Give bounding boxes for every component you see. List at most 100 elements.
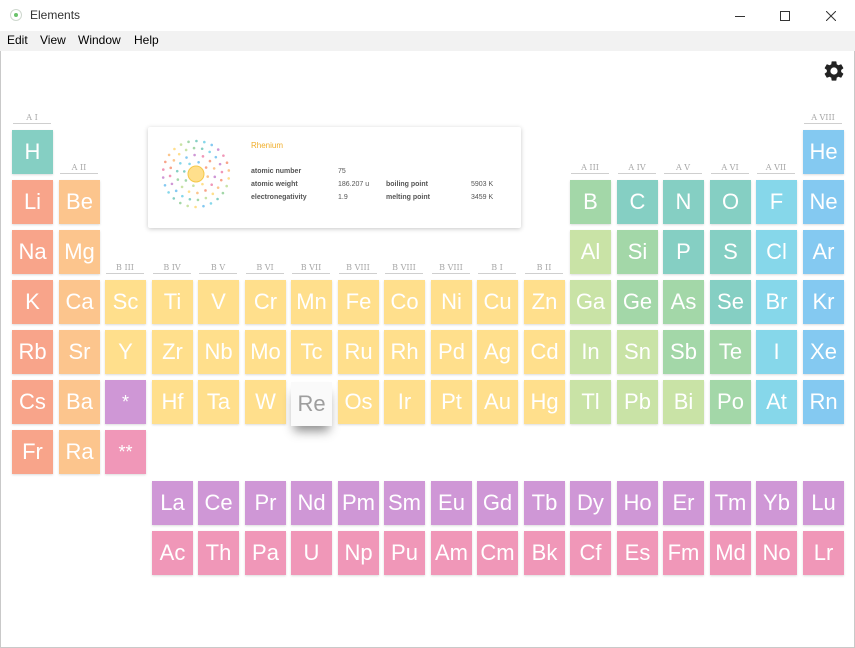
element-tile-ar[interactable]: Ar — [803, 230, 844, 274]
element-tile-pb[interactable]: Pb — [617, 380, 658, 424]
element-tile-sc[interactable]: Sc — [105, 280, 146, 324]
element-tile-sn[interactable]: Sn — [617, 330, 658, 374]
element-tile-np[interactable]: Np — [338, 531, 379, 575]
element-tile-te[interactable]: Te — [710, 330, 751, 374]
settings-button[interactable] — [822, 59, 846, 83]
element-tile-tc[interactable]: Tc — [291, 330, 332, 374]
element-tile-cd[interactable]: Cd — [524, 330, 565, 374]
element-tile-au[interactable]: Au — [477, 380, 518, 424]
element-tile-md[interactable]: Md — [710, 531, 751, 575]
element-tile-hg[interactable]: Hg — [524, 380, 565, 424]
element-tile-eu[interactable]: Eu — [431, 481, 472, 525]
element-tile-ga[interactable]: Ga — [570, 280, 611, 324]
element-tile-tb[interactable]: Tb — [524, 481, 565, 525]
element-tile-rn[interactable]: Rn — [803, 380, 844, 424]
element-tile-nb[interactable]: Nb — [198, 330, 239, 374]
element-tile-fr[interactable]: Fr — [12, 430, 53, 474]
element-tile-pa[interactable]: Pa — [245, 531, 286, 575]
element-tile-rh[interactable]: Rh — [384, 330, 425, 374]
element-tile-li[interactable]: Li — [12, 180, 53, 224]
element-tile-n[interactable]: N — [663, 180, 704, 224]
element-tile-nd[interactable]: Nd — [291, 481, 332, 525]
element-tile-zn[interactable]: Zn — [524, 280, 565, 324]
element-tile-cr[interactable]: Cr — [245, 280, 286, 324]
element-tile-kr[interactable]: Kr — [803, 280, 844, 324]
element-tile-v[interactable]: V — [198, 280, 239, 324]
element-tile-ni[interactable]: Ni — [431, 280, 472, 324]
element-tile-mn[interactable]: Mn — [291, 280, 332, 324]
element-tile-pd[interactable]: Pd — [431, 330, 472, 374]
element-tile-sm[interactable]: Sm — [384, 481, 425, 525]
element-tile-pt[interactable]: Pt — [431, 380, 472, 424]
element-tile-no[interactable]: No — [756, 531, 797, 575]
element-tile-tl[interactable]: Tl — [570, 380, 611, 424]
element-tile-pu[interactable]: Pu — [384, 531, 425, 575]
element-tile-ca[interactable]: Ca — [59, 280, 100, 324]
element-tile-p[interactable]: P — [663, 230, 704, 274]
element-tile-tm[interactable]: Tm — [710, 481, 751, 525]
element-tile-hf[interactable]: Hf — [152, 380, 193, 424]
element-tile-pm[interactable]: Pm — [338, 481, 379, 525]
element-tile-la[interactable]: La — [152, 481, 193, 525]
element-tile-i[interactable]: I — [756, 330, 797, 374]
element-tile-f[interactable]: F — [756, 180, 797, 224]
element-tile-lu[interactable]: Lu — [803, 481, 844, 525]
element-tile-re[interactable]: Re — [291, 382, 332, 426]
element-tile-ge[interactable]: Ge — [617, 280, 658, 324]
element-tile-ag[interactable]: Ag — [477, 330, 518, 374]
element-tile-bi[interactable]: Bi — [663, 380, 704, 424]
element-tile-b[interactable]: B — [570, 180, 611, 224]
element-tile-as[interactable]: As — [663, 280, 704, 324]
element-tile-am[interactable]: Am — [431, 531, 472, 575]
element-tile-al[interactable]: Al — [570, 230, 611, 274]
element-tile-ti[interactable]: Ti — [152, 280, 193, 324]
element-tile-at[interactable]: At — [756, 380, 797, 424]
element-tile-in[interactable]: In — [570, 330, 611, 374]
maximize-button[interactable] — [762, 0, 808, 31]
element-tile-ru[interactable]: Ru — [338, 330, 379, 374]
element-tile-cf[interactable]: Cf — [570, 531, 611, 575]
menu-window[interactable]: Window — [78, 33, 121, 47]
element-tile-th[interactable]: Th — [198, 531, 239, 575]
element-tile-u[interactable]: U — [291, 531, 332, 575]
close-button[interactable] — [808, 0, 854, 31]
element-tile-w[interactable]: W — [245, 380, 286, 424]
element-tile-si[interactable]: Si — [617, 230, 658, 274]
actinide-series-tile[interactable]: ** — [105, 430, 146, 474]
element-tile-cm[interactable]: Cm — [477, 531, 518, 575]
element-tile-co[interactable]: Co — [384, 280, 425, 324]
element-tile-k[interactable]: K — [12, 280, 53, 324]
lanthanide-series-tile[interactable]: * — [105, 380, 146, 424]
element-tile-ta[interactable]: Ta — [198, 380, 239, 424]
element-tile-os[interactable]: Os — [338, 380, 379, 424]
element-tile-ac[interactable]: Ac — [152, 531, 193, 575]
element-tile-rb[interactable]: Rb — [12, 330, 53, 374]
element-tile-po[interactable]: Po — [710, 380, 751, 424]
element-tile-dy[interactable]: Dy — [570, 481, 611, 525]
element-tile-c[interactable]: C — [617, 180, 658, 224]
element-tile-be[interactable]: Be — [59, 180, 100, 224]
element-tile-ne[interactable]: Ne — [803, 180, 844, 224]
element-tile-sr[interactable]: Sr — [59, 330, 100, 374]
element-tile-br[interactable]: Br — [756, 280, 797, 324]
element-tile-zr[interactable]: Zr — [152, 330, 193, 374]
element-tile-mg[interactable]: Mg — [59, 230, 100, 274]
element-tile-s[interactable]: S — [710, 230, 751, 274]
element-tile-ba[interactable]: Ba — [59, 380, 100, 424]
title-bar[interactable]: Elements — [0, 0, 855, 31]
element-tile-gd[interactable]: Gd — [477, 481, 518, 525]
element-tile-lr[interactable]: Lr — [803, 531, 844, 575]
element-tile-cs[interactable]: Cs — [12, 380, 53, 424]
element-tile-cu[interactable]: Cu — [477, 280, 518, 324]
element-tile-sb[interactable]: Sb — [663, 330, 704, 374]
menu-view[interactable]: View — [40, 33, 66, 47]
element-tile-fe[interactable]: Fe — [338, 280, 379, 324]
element-tile-na[interactable]: Na — [12, 230, 53, 274]
element-tile-he[interactable]: He — [803, 130, 844, 174]
element-tile-yb[interactable]: Yb — [756, 481, 797, 525]
element-tile-fm[interactable]: Fm — [663, 531, 704, 575]
element-tile-es[interactable]: Es — [617, 531, 658, 575]
element-tile-er[interactable]: Er — [663, 481, 704, 525]
element-tile-se[interactable]: Se — [710, 280, 751, 324]
element-tile-cl[interactable]: Cl — [756, 230, 797, 274]
